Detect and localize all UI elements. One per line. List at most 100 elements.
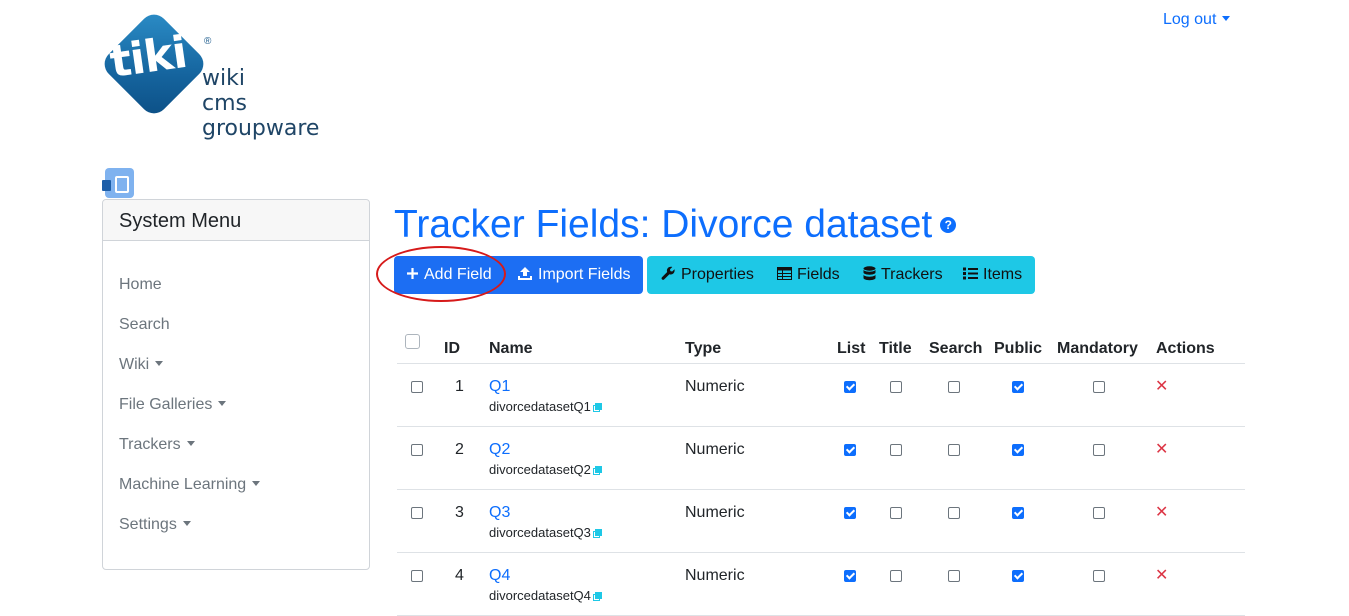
menu-item-label: Wiki <box>119 356 150 373</box>
delete-icon[interactable]: ✕ <box>1155 565 1168 585</box>
tiki-logo[interactable]: tiki ® wiki cms groupware <box>98 8 360 145</box>
checkbox-box <box>1093 381 1105 393</box>
checkbox-box <box>1012 507 1024 519</box>
mandatory-checkbox[interactable] <box>1093 380 1105 398</box>
caret-down-icon <box>1222 16 1231 21</box>
menu-item-settings[interactable]: Settings <box>119 516 260 556</box>
field-name-link[interactable]: Q2 <box>489 441 510 458</box>
checkbox-box <box>844 381 856 393</box>
search-checkbox[interactable] <box>948 506 960 524</box>
menu-item-search[interactable]: Search <box>119 316 260 356</box>
checkbox-box <box>1093 570 1105 582</box>
fields-label: Fields <box>797 266 840 283</box>
col-public: Public <box>994 340 1043 357</box>
table-row: 2 Q2 divorcedatasetQ2 Numeric ✕ <box>397 427 1245 490</box>
list-checkbox[interactable] <box>844 443 856 461</box>
checkbox-box <box>844 444 856 456</box>
col-id[interactable]: ID <box>444 340 460 358</box>
search-checkbox[interactable] <box>948 443 960 461</box>
logo-line-wiki: wiki <box>202 66 245 91</box>
title-checkbox[interactable] <box>890 506 902 524</box>
menu-item-label: File Galleries <box>119 396 213 413</box>
checkbox-box <box>890 444 902 456</box>
public-checkbox[interactable] <box>1012 569 1024 587</box>
checkbox-box <box>890 507 902 519</box>
copy-icon[interactable] <box>592 403 602 412</box>
title-checkbox[interactable] <box>890 443 902 461</box>
permname-text: divorcedatasetQ1 <box>489 399 591 414</box>
copy-icon[interactable] <box>592 529 602 538</box>
field-permname: divorcedatasetQ1 <box>489 399 602 414</box>
system-menu-title: System Menu <box>103 200 369 241</box>
fields-button[interactable]: Fields <box>777 256 840 294</box>
import-fields-button[interactable]: Import Fields <box>517 256 630 294</box>
delete-icon[interactable]: ✕ <box>1155 502 1168 522</box>
checkbox-box <box>411 381 423 393</box>
list-checkbox[interactable] <box>844 506 856 524</box>
checkbox-box <box>1093 444 1105 456</box>
public-checkbox[interactable] <box>1012 380 1024 398</box>
public-checkbox[interactable] <box>1012 506 1024 524</box>
toggle-sidebar-button[interactable] <box>102 168 134 198</box>
checkbox-box <box>405 334 420 349</box>
col-title: Title <box>879 340 912 357</box>
properties-button[interactable]: Properties <box>661 256 754 294</box>
logout-dropdown[interactable]: Log out <box>1163 11 1231 29</box>
delete-icon[interactable]: ✕ <box>1155 376 1168 396</box>
logo-line-groupware: groupware <box>202 116 320 141</box>
checkbox-box <box>890 570 902 582</box>
copy-icon[interactable] <box>592 466 602 475</box>
checkbox-box <box>411 507 423 519</box>
row-select-checkbox[interactable] <box>411 443 423 461</box>
field-name-link[interactable]: Q4 <box>489 567 510 584</box>
field-name-cell: Q4 divorcedatasetQ4 <box>489 567 602 603</box>
menu-item-file-galleries[interactable]: File Galleries <box>119 396 260 436</box>
menu-item-home[interactable]: Home <box>119 276 260 316</box>
menu-item-machine-learning[interactable]: Machine Learning <box>119 476 261 516</box>
row-select-checkbox[interactable] <box>411 569 423 587</box>
logout-label: Log out <box>1163 11 1217 28</box>
search-checkbox[interactable] <box>948 380 960 398</box>
menu-item-wiki[interactable]: Wiki <box>119 356 260 396</box>
menu-item-trackers[interactable]: Trackers <box>119 436 260 476</box>
field-name-link[interactable]: Q3 <box>489 504 510 521</box>
permname-text: divorcedatasetQ2 <box>489 462 591 477</box>
logo-registered-mark: ® <box>204 36 212 47</box>
system-menu-list: Home Search Wiki File Galleries Trackers… <box>119 276 261 556</box>
col-mandatory: Mandatory <box>1057 340 1138 357</box>
list-checkbox[interactable] <box>844 569 856 587</box>
row-select-checkbox[interactable] <box>411 506 423 524</box>
col-type[interactable]: Type <box>685 340 721 358</box>
trackers-button[interactable]: Trackers <box>863 256 943 294</box>
caret-down-icon <box>186 441 195 446</box>
copy-icon[interactable] <box>592 592 602 601</box>
delete-icon[interactable]: ✕ <box>1155 439 1168 459</box>
table-body: 1 Q1 divorcedatasetQ1 Numeric ✕ 2 Q2 divor… <box>397 364 1245 616</box>
mandatory-checkbox[interactable] <box>1093 443 1105 461</box>
page-title: Tracker Fields: Divorce dataset? <box>394 203 957 247</box>
items-label: Items <box>983 266 1023 283</box>
col-name[interactable]: Name <box>489 340 533 358</box>
list-icon <box>963 267 978 280</box>
properties-label: Properties <box>681 266 754 283</box>
mandatory-checkbox[interactable] <box>1093 569 1105 587</box>
field-id: 4 <box>455 567 464 584</box>
row-select-checkbox[interactable] <box>411 380 423 398</box>
table-row: 3 Q3 divorcedatasetQ3 Numeric ✕ <box>397 490 1245 553</box>
logo-mark-text: tiki <box>106 26 190 89</box>
items-button[interactable]: Items <box>963 256 1022 294</box>
field-permname: divorcedatasetQ4 <box>489 588 602 603</box>
trackers-label: Trackers <box>881 266 943 283</box>
field-name-link[interactable]: Q1 <box>489 378 510 395</box>
field-type: Numeric <box>685 504 745 521</box>
select-all-checkbox[interactable] <box>405 334 420 354</box>
checkbox-box <box>948 507 960 519</box>
title-checkbox[interactable] <box>890 380 902 398</box>
database-icon <box>863 266 876 281</box>
title-checkbox[interactable] <box>890 569 902 587</box>
search-checkbox[interactable] <box>948 569 960 587</box>
mandatory-checkbox[interactable] <box>1093 506 1105 524</box>
public-checkbox[interactable] <box>1012 443 1024 461</box>
help-icon[interactable]: ? <box>940 216 957 233</box>
list-checkbox[interactable] <box>844 380 856 398</box>
